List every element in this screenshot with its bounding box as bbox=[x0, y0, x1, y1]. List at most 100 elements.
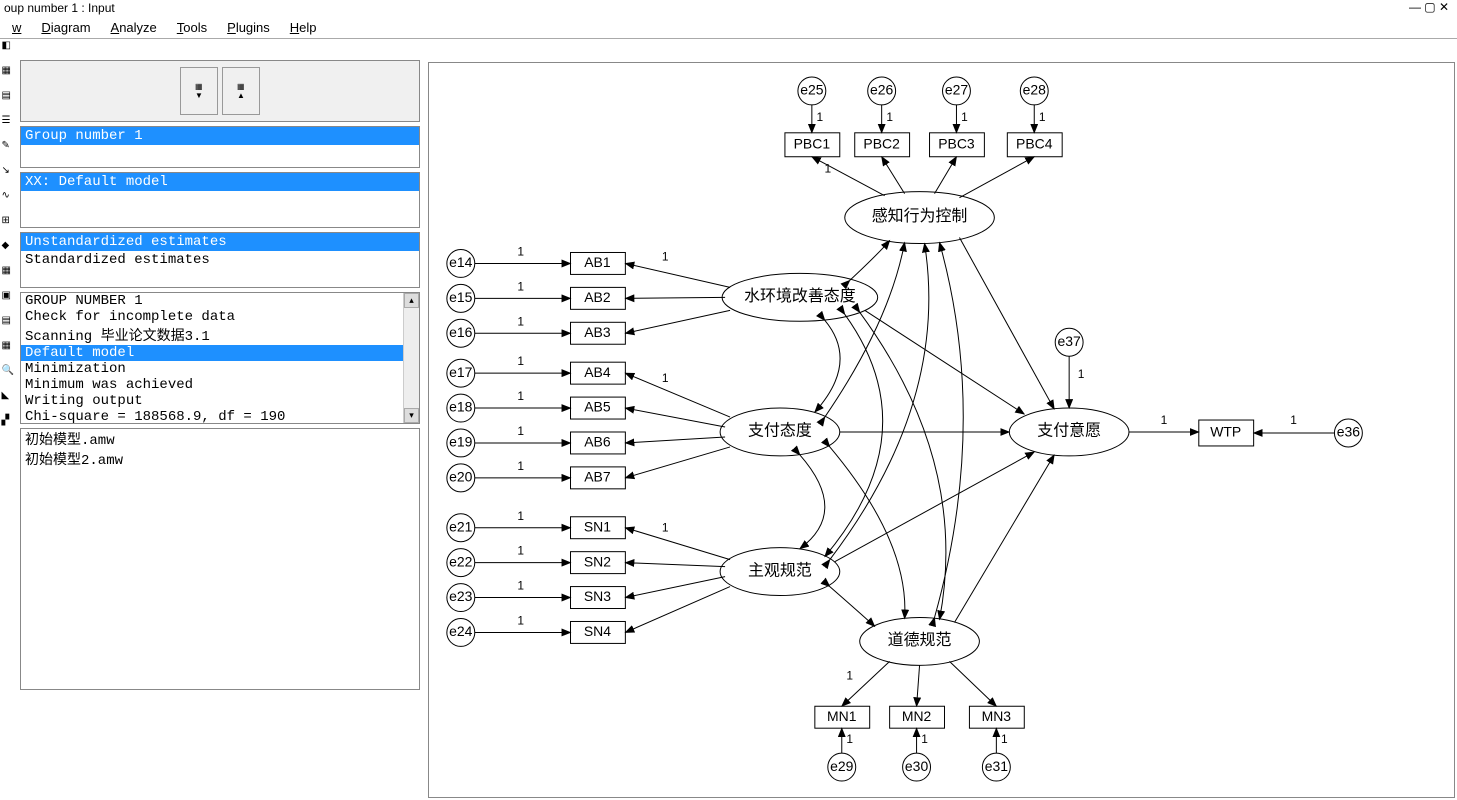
path-pbc-int[interactable] bbox=[959, 238, 1054, 410]
t: ools bbox=[183, 20, 207, 35]
path[interactable] bbox=[625, 563, 725, 567]
w: 1 bbox=[517, 544, 524, 558]
tool-icon[interactable]: ◧ bbox=[2, 40, 17, 55]
estimate-item[interactable]: Standardized estimates bbox=[21, 251, 419, 269]
menu-tools[interactable]: Tools bbox=[167, 18, 217, 37]
input-path-diagram-button[interactable]: ▦▼ bbox=[180, 67, 218, 115]
w: 1 bbox=[662, 371, 669, 385]
out-line[interactable]: Default model bbox=[21, 345, 419, 361]
w: 1 bbox=[886, 110, 893, 124]
t: lugins bbox=[236, 20, 270, 35]
path[interactable] bbox=[959, 157, 1034, 198]
tool-icon[interactable]: ✎ bbox=[2, 140, 17, 155]
tool-icon[interactable]: ▞ bbox=[2, 415, 17, 430]
out-line: Chi-square = 188568.9, df = 190 bbox=[21, 409, 419, 424]
window-controls[interactable]: — ▢ ✕ bbox=[1409, 0, 1449, 14]
out-line: Check for incomplete data bbox=[21, 309, 419, 325]
l: e36 bbox=[1337, 424, 1361, 440]
l: e20 bbox=[449, 469, 473, 485]
cov-attp-sn[interactable] bbox=[800, 455, 825, 549]
out-line: GROUP NUMBER 1 bbox=[21, 293, 419, 309]
latent-sn-label: 主观规范 bbox=[748, 561, 812, 579]
estimate-item[interactable]: Unstandardized estimates bbox=[21, 233, 419, 251]
computation-summary[interactable]: GROUP NUMBER 1 Check for incomplete data… bbox=[20, 292, 420, 424]
path[interactable] bbox=[882, 157, 905, 194]
latent-attp-label: 支付态度 bbox=[748, 422, 812, 440]
tool-icon[interactable]: ▦ bbox=[2, 65, 17, 80]
cov-mn-pbc[interactable] bbox=[935, 243, 964, 618]
obs-PBC2-label: PBC2 bbox=[863, 135, 900, 151]
path[interactable] bbox=[625, 297, 725, 298]
cov-attp-pbc[interactable] bbox=[825, 243, 905, 418]
menu-help[interactable]: Help bbox=[280, 18, 327, 37]
estimates-list[interactable]: Unstandardized estimates Standardized es… bbox=[20, 232, 420, 288]
menu-view[interactable]: w bbox=[2, 18, 31, 37]
tool-icon[interactable]: ↘ bbox=[2, 165, 17, 180]
path[interactable] bbox=[625, 577, 725, 598]
l: e23 bbox=[449, 588, 473, 604]
menu-plugins[interactable]: Plugins bbox=[217, 18, 280, 37]
path[interactable] bbox=[625, 263, 730, 287]
menu-analyze[interactable]: Analyze bbox=[101, 18, 167, 37]
tool-icon[interactable]: ▦ bbox=[2, 340, 17, 355]
path[interactable] bbox=[625, 528, 730, 560]
tool-icon[interactable]: ▣ bbox=[2, 290, 17, 305]
tool-icon[interactable]: ▦ bbox=[2, 265, 17, 280]
path[interactable] bbox=[935, 157, 957, 194]
path[interactable] bbox=[625, 310, 730, 333]
path[interactable] bbox=[625, 587, 730, 633]
path-mn-int[interactable] bbox=[954, 455, 1054, 623]
path[interactable] bbox=[917, 665, 920, 706]
cov-attw-attp[interactable] bbox=[815, 320, 840, 412]
models-list[interactable]: XX: Default model bbox=[20, 172, 420, 228]
path-sn-int[interactable] bbox=[835, 452, 1034, 562]
w: 1 bbox=[517, 354, 524, 368]
scroll-up-button[interactable]: ▴ bbox=[404, 293, 419, 308]
l: e18 bbox=[449, 399, 473, 415]
path[interactable] bbox=[949, 661, 996, 706]
w: 1 bbox=[921, 732, 928, 746]
output-path-diagram-button[interactable]: ▦▲ bbox=[222, 67, 260, 115]
cov-attw-mn[interactable] bbox=[860, 312, 946, 619]
tool-icon[interactable]: ◆ bbox=[2, 240, 17, 255]
cov-attw-pbc[interactable] bbox=[850, 241, 890, 281]
scroll-down-button[interactable]: ▾ bbox=[404, 408, 419, 423]
path[interactable] bbox=[625, 437, 725, 443]
menubar: w Diagram Analyze Tools Plugins Help bbox=[0, 16, 1457, 39]
tool-icon[interactable]: ∿ bbox=[2, 190, 17, 205]
w: 1 bbox=[517, 424, 524, 438]
groups-list[interactable]: Group number 1 bbox=[20, 126, 420, 168]
left-panels: ▦▼ ▦▲ Group number 1 XX: Default model U… bbox=[20, 60, 420, 694]
files-list[interactable]: 初始模型.amw 初始模型2.amw bbox=[20, 428, 420, 690]
menu-diagram[interactable]: Diagram bbox=[31, 18, 100, 37]
file-item[interactable]: 初始模型.amw bbox=[21, 429, 419, 449]
zoom-icon[interactable]: 🔍 bbox=[2, 365, 17, 380]
path-diagram-canvas[interactable]: 感知行为控制 水环境改善态度 支付态度 主观规范 道德规范 支付意愿 PBC1 … bbox=[428, 62, 1455, 798]
t: nalyze bbox=[119, 20, 157, 35]
group-item[interactable]: Group number 1 bbox=[21, 127, 419, 145]
tool-icon[interactable]: ☰ bbox=[2, 115, 17, 130]
cov-sn-mn[interactable] bbox=[830, 587, 875, 627]
l: e37 bbox=[1058, 333, 1082, 349]
tool-icon[interactable]: ◣ bbox=[2, 390, 17, 405]
path-attw-int[interactable] bbox=[865, 310, 1025, 414]
out-line: Minimum was achieved bbox=[21, 377, 419, 393]
path[interactable] bbox=[625, 447, 730, 478]
path[interactable] bbox=[625, 373, 730, 417]
tool-icon[interactable]: ⊞ bbox=[2, 215, 17, 230]
tool-icon[interactable]: ▤ bbox=[2, 90, 17, 105]
w: 1 bbox=[517, 244, 524, 258]
obs-PBC1-label: PBC1 bbox=[794, 135, 831, 151]
path[interactable] bbox=[812, 157, 885, 196]
obs-PBC-group: PBC1 PBC2 PBC3 PBC4 bbox=[785, 133, 1062, 157]
file-item[interactable]: 初始模型2.amw bbox=[21, 449, 419, 469]
w: 1 bbox=[1039, 110, 1046, 124]
e27-label: e27 bbox=[945, 82, 969, 98]
w: 1 bbox=[517, 509, 524, 523]
model-item[interactable]: XX: Default model bbox=[21, 173, 419, 191]
tool-icon[interactable]: ▤ bbox=[2, 315, 17, 330]
scrollbar[interactable]: ▴ ▾ bbox=[403, 293, 419, 423]
path[interactable] bbox=[625, 408, 725, 427]
e26-label: e26 bbox=[870, 82, 894, 98]
cov-attp-mn[interactable] bbox=[830, 447, 905, 619]
